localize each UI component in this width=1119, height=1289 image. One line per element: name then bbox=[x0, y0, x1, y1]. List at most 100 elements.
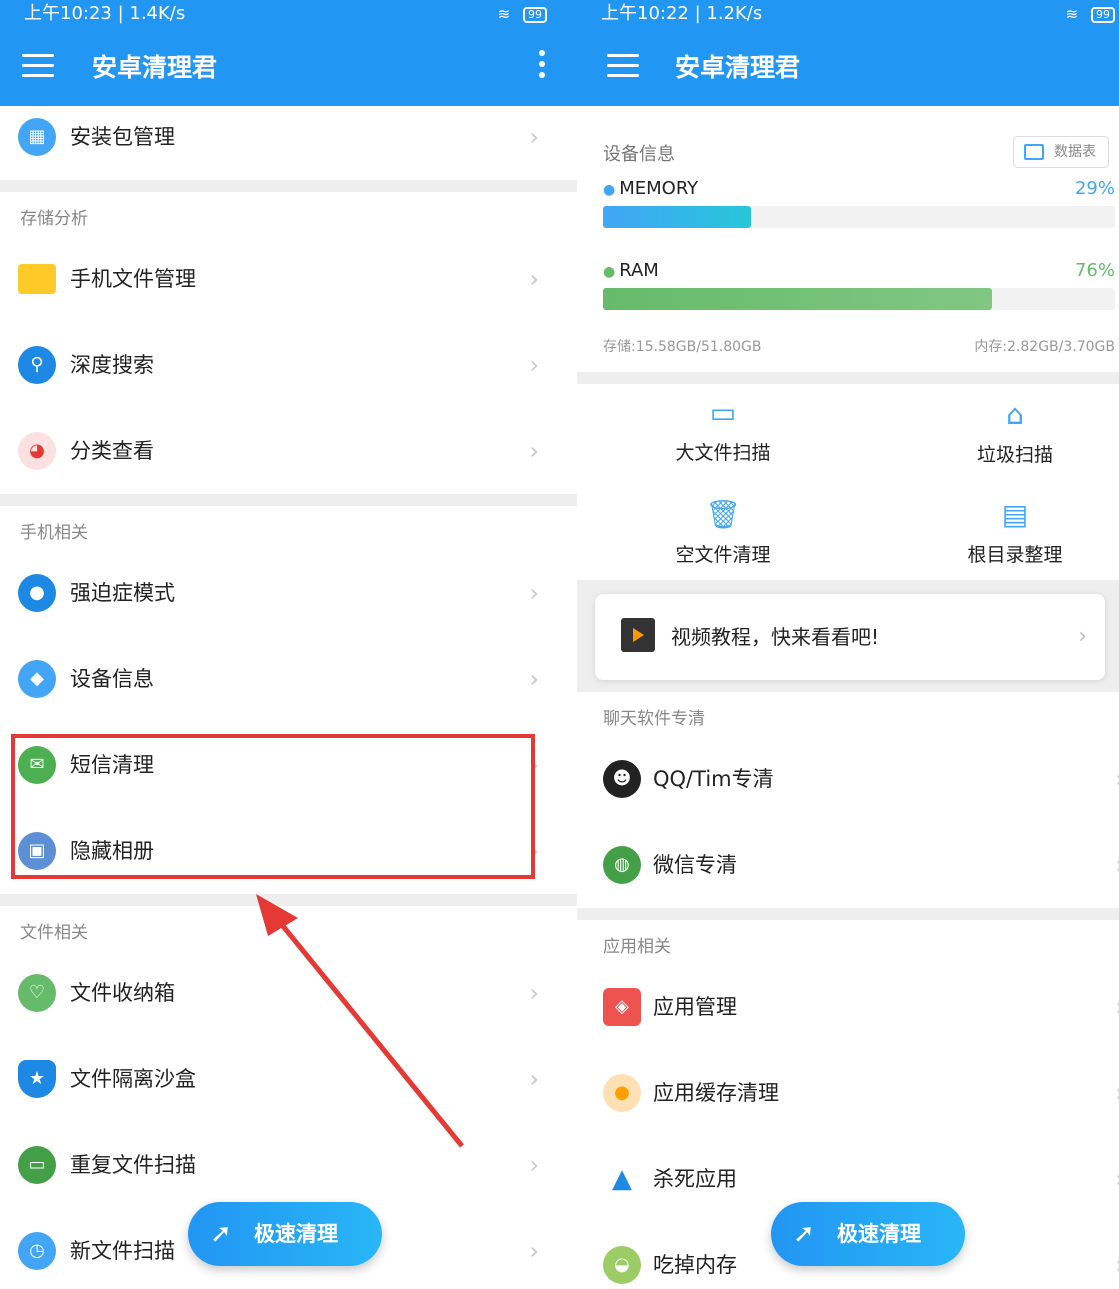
list-item-device-info[interactable]: ◆ 设备信息 › bbox=[0, 636, 577, 722]
shield-icon: ★ bbox=[18, 1060, 56, 1098]
list-item-label: 文件收纳箱 bbox=[70, 981, 175, 1005]
screenshot-root: 上午10:23 | 1.4K/s ≋ 99 安卓清理君 ▦ 安装包管理 › 存储… bbox=[0, 0, 1119, 1289]
wechat-icon: ◍ bbox=[603, 846, 641, 884]
status-time: 上午10:22 | 1.2K/s bbox=[601, 3, 763, 24]
chevron-right-icon: › bbox=[529, 1237, 539, 1265]
app-bar: 安卓清理君 bbox=[577, 28, 1119, 106]
section-title-phone: 手机相关 bbox=[20, 523, 88, 543]
rocket-icon: ➚ bbox=[793, 1219, 815, 1249]
folder-outline-icon: ▭ bbox=[709, 396, 737, 429]
tool-label: 根目录整理 bbox=[967, 544, 1063, 566]
clock-icon: ◷ bbox=[18, 1232, 56, 1270]
rocket-icon: ▲ bbox=[603, 1160, 641, 1198]
list-item-label: QQ/Tim专清 bbox=[653, 767, 774, 791]
quick-clean-button[interactable]: ➚ 极速清理 bbox=[188, 1202, 382, 1266]
duplicate-file-icon: ▭ bbox=[18, 1146, 56, 1184]
list-item-sandbox[interactable]: ★ 文件隔离沙盒 › bbox=[0, 1036, 577, 1122]
list-item-label: 杀死应用 bbox=[653, 1167, 737, 1191]
chevron-right-icon: › bbox=[529, 265, 539, 293]
tool-label: 大文件扫描 bbox=[675, 442, 771, 464]
heart-box-icon: ♡ bbox=[18, 974, 56, 1012]
section-title-storage: 存储分析 bbox=[20, 209, 88, 229]
list-item-file-manager[interactable]: 手机文件管理 › bbox=[0, 236, 577, 322]
list-item-label: 安装包管理 bbox=[70, 125, 175, 149]
list-item-label: 应用管理 bbox=[653, 995, 737, 1019]
list-item-label: 分类查看 bbox=[70, 439, 154, 463]
list-item-category-view[interactable]: ◕ 分类查看 › bbox=[0, 408, 577, 494]
memory-bar bbox=[603, 206, 1115, 228]
tool-junk-scan[interactable]: ⌂ 垃圾扫描 bbox=[915, 398, 1115, 467]
section-title-chat: 聊天软件专清 bbox=[603, 709, 705, 729]
ram-usage: 内存:2.82GB/3.70GB bbox=[974, 339, 1115, 355]
divider bbox=[0, 180, 577, 192]
chevron-right-icon: › bbox=[529, 579, 539, 607]
pie-chart-icon: ◕ bbox=[18, 432, 56, 470]
toggle-icon: ● bbox=[18, 574, 56, 612]
highlight-box bbox=[11, 734, 535, 879]
app-title: 安卓清理君 bbox=[675, 53, 801, 82]
list-item-app-manager[interactable]: ◈ 应用管理 › bbox=[577, 964, 1119, 1050]
status-bar: 上午10:23 | 1.4K/s ≋ 99 bbox=[0, 0, 577, 28]
battery-icon: 99 bbox=[1091, 6, 1115, 23]
app-title: 安卓清理君 bbox=[92, 53, 218, 82]
divider bbox=[577, 372, 1119, 384]
list-item-qq-clean[interactable]: ☻ QQ/Tim专清 › bbox=[577, 736, 1119, 822]
chevron-right-icon: › bbox=[1078, 624, 1087, 649]
list-item-wechat-clean[interactable]: ◍ 微信专清 › bbox=[577, 822, 1119, 908]
folder-icon bbox=[18, 264, 56, 294]
quick-clean-button[interactable]: ➚ 极速清理 bbox=[771, 1202, 965, 1266]
memory-percent: 29% bbox=[1074, 178, 1115, 199]
left-screen: 上午10:23 | 1.4K/s ≋ 99 安卓清理君 ▦ 安装包管理 › 存储… bbox=[0, 0, 577, 1289]
list-item-cache-clean[interactable]: ● 应用缓存清理 › bbox=[577, 1050, 1119, 1136]
list-item-label: 设备信息 bbox=[70, 667, 154, 691]
quick-clean-label: 极速清理 bbox=[837, 1222, 921, 1246]
ram-label: ● RAM bbox=[603, 260, 659, 281]
right-screen: 上午10:22 | 1.2K/s ≋ 99 安卓清理君 设备信息 数据表 ● ME… bbox=[577, 0, 1119, 1289]
list-item-duplicate-scan[interactable]: ▭ 重复文件扫描 › bbox=[0, 1122, 577, 1208]
tool-label: 垃圾扫描 bbox=[976, 444, 1053, 466]
chevron-right-icon: › bbox=[529, 979, 539, 1007]
video-tutorial-banner[interactable]: 视频教程，快来看看吧! › bbox=[595, 594, 1105, 680]
list-item-apk-manager[interactable]: ▦ 安装包管理 › bbox=[0, 94, 577, 180]
chevron-right-icon: › bbox=[529, 123, 539, 151]
device-info-title: 设备信息 bbox=[603, 144, 675, 165]
device-icon: ◆ bbox=[18, 660, 56, 698]
divider bbox=[0, 894, 577, 906]
cube-icon: ◈ bbox=[603, 988, 641, 1026]
ram-bar bbox=[603, 288, 1115, 310]
chevron-right-icon: › bbox=[1115, 964, 1119, 1050]
hamburger-menu-icon[interactable] bbox=[22, 54, 54, 78]
more-vert-icon[interactable] bbox=[539, 50, 547, 83]
list-item-ocd-mode[interactable]: ● 强迫症模式 › bbox=[0, 550, 577, 636]
broom-icon: ⌂ bbox=[1006, 398, 1024, 431]
divider bbox=[0, 494, 577, 506]
data-table-button[interactable]: 数据表 bbox=[1013, 136, 1109, 168]
list-item-label: 深度搜索 bbox=[70, 353, 154, 377]
hamburger-menu-icon[interactable] bbox=[607, 54, 639, 78]
video-tutorial-label: 视频教程，快来看看吧! bbox=[671, 625, 880, 649]
tool-root-organize[interactable]: ▤ 根目录整理 bbox=[915, 498, 1115, 567]
bar-chart-icon bbox=[1024, 144, 1044, 160]
toolbox-icon: ▤ bbox=[1001, 498, 1029, 531]
data-table-label: 数据表 bbox=[1054, 144, 1096, 160]
tool-label: 空文件清理 bbox=[675, 544, 771, 566]
list-item-file-box[interactable]: ♡ 文件收纳箱 › bbox=[0, 950, 577, 1036]
status-bar: 上午10:22 | 1.2K/s ≋ 99 bbox=[577, 0, 1119, 28]
chevron-right-icon: › bbox=[529, 665, 539, 693]
tool-empty-file-clean[interactable]: 🗑︎ 空文件清理 bbox=[623, 498, 823, 567]
cache-icon: ● bbox=[603, 1074, 641, 1112]
play-video-icon bbox=[621, 618, 655, 652]
section-title-files: 文件相关 bbox=[20, 923, 88, 943]
rocket-icon: ➚ bbox=[210, 1219, 232, 1249]
tool-large-file-scan[interactable]: ▭ 大文件扫描 bbox=[623, 396, 823, 465]
chevron-right-icon: › bbox=[529, 351, 539, 379]
chevron-right-icon: › bbox=[1115, 1050, 1119, 1136]
status-icons: ≋ 99 bbox=[498, 0, 547, 28]
list-item-deep-search[interactable]: ⚲ 深度搜索 › bbox=[0, 322, 577, 408]
storage-usage: 存储:15.58GB/51.80GB bbox=[603, 339, 762, 355]
status-icons: ≋ 99 bbox=[1066, 0, 1115, 28]
chevron-right-icon: › bbox=[1115, 1222, 1119, 1289]
chevron-right-icon: › bbox=[1115, 822, 1119, 908]
chevron-right-icon: › bbox=[1115, 1136, 1119, 1222]
ram-bar-fill bbox=[603, 288, 993, 310]
